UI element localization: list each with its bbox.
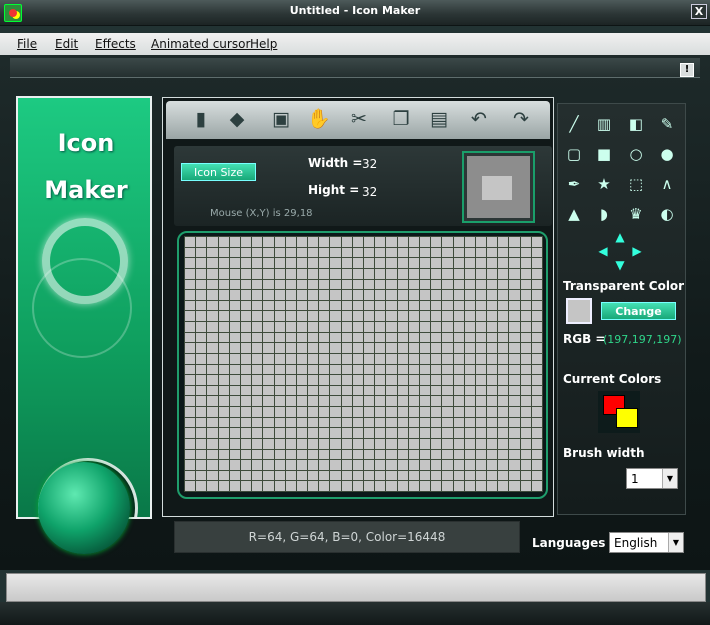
languages-label: Languages [532, 536, 606, 550]
width-value: 32 [362, 157, 378, 171]
ring-decoration-faint [32, 258, 132, 358]
current-colors-label: Current Colors [563, 372, 662, 386]
redo-icon[interactable]: ↷ [506, 104, 536, 134]
width-label: Width = [308, 156, 363, 170]
chevron-down-icon: ▼ [662, 469, 677, 488]
globe-logo [38, 462, 130, 554]
stamp-tool-icon[interactable]: ♛ [624, 202, 648, 226]
close-button[interactable]: X [691, 4, 707, 19]
rect-fill-tool-icon[interactable]: ■ [592, 142, 616, 166]
banner-title-line2: Maker [44, 176, 128, 204]
language-value: English [614, 536, 658, 550]
save-icon[interactable]: ▣ [266, 104, 296, 134]
cone-tool-icon[interactable]: ▲ [562, 202, 586, 226]
mouse-status: Mouse (X,Y) is 29,18 [210, 208, 313, 219]
menu-effects[interactable]: Effects [95, 37, 136, 51]
transparent-color-label: Transparent Color [563, 279, 685, 293]
rect-outline-tool-icon[interactable]: ▢ [562, 142, 586, 166]
menu-edit[interactable]: Edit [55, 37, 78, 51]
line-tool-icon[interactable]: ╱ [562, 112, 586, 136]
chevron-down-icon: ▼ [668, 533, 683, 552]
menu-help[interactable]: Help [250, 37, 277, 51]
top-band [10, 58, 700, 78]
arrow-down-icon[interactable]: ▼ [612, 257, 628, 273]
rgb-value: (197,197,197) [603, 333, 682, 346]
menu-animated-cursor[interactable]: Animated cursor [151, 37, 250, 51]
copy-icon[interactable]: ❐ [386, 104, 416, 134]
change-button[interactable]: Change [601, 302, 676, 320]
cut-icon[interactable]: ✂ [344, 104, 374, 134]
ellipse-outline-tool-icon[interactable]: ○ [624, 142, 648, 166]
arrow-left-icon[interactable]: ◀ [595, 243, 611, 259]
window-bottom-edge [0, 602, 710, 625]
height-label: Hight = [308, 183, 360, 197]
logo-banner: Icon Maker [16, 96, 152, 519]
undo-icon[interactable]: ↶ [464, 104, 494, 134]
arrow-right-icon[interactable]: ▶ [629, 243, 645, 259]
bucket-tool-icon[interactable]: ▥ [592, 112, 616, 136]
icon-preview-image [482, 176, 512, 200]
select-tool-icon[interactable]: ⬚ [624, 172, 648, 196]
eraser-tool-icon[interactable]: ◧ [624, 112, 648, 136]
status-bar [6, 573, 706, 602]
color-readout-text: R=64, G=64, B=0, Color=16448 [248, 530, 446, 544]
pixel-canvas[interactable] [184, 236, 543, 492]
paste-icon[interactable]: ▤ [424, 104, 454, 134]
star-tool-icon[interactable]: ★ [592, 172, 616, 196]
menu-bar: File Edit Effects Animated cursor Help [0, 33, 710, 55]
arrow-up-icon[interactable]: ▲ [612, 229, 628, 245]
hand-icon[interactable]: ✋ [304, 104, 334, 134]
banner-title: Icon Maker [18, 120, 150, 214]
language-select[interactable]: English ▼ [609, 532, 684, 553]
secondary-color-swatch[interactable] [616, 408, 638, 428]
menu-file[interactable]: File [17, 37, 37, 51]
brush-width-select[interactable]: 1 ▼ [626, 468, 678, 489]
window-title: Untitled - Icon Maker [289, 4, 421, 17]
icon-size-button[interactable]: Icon Size [181, 163, 256, 181]
drop-tool-icon[interactable]: ◗ [592, 202, 616, 226]
title-bar: Untitled - Icon Maker X [0, 0, 710, 26]
sphere-tool-icon[interactable]: ◐ [655, 202, 679, 226]
brush-width-value: 1 [631, 472, 639, 486]
ellipse-fill-tool-icon[interactable]: ● [655, 142, 679, 166]
banner-title-line1: Icon [57, 129, 115, 157]
color-picker-tool-icon[interactable]: ✒ [562, 172, 586, 196]
info-button[interactable]: ! [680, 63, 694, 77]
transparent-color-swatch [566, 298, 592, 324]
curve-tool-icon[interactable]: ∧ [655, 172, 679, 196]
height-value: 32 [362, 185, 378, 199]
new-file-icon[interactable]: ▮ [186, 104, 216, 134]
brush-width-label: Brush width [563, 446, 645, 460]
color-readout: R=64, G=64, B=0, Color=16448 [174, 521, 520, 553]
open-book-icon[interactable]: ◆ [222, 104, 252, 134]
rgb-label: RGB = [563, 332, 606, 346]
pencil-tool-icon[interactable]: ✎ [655, 112, 679, 136]
